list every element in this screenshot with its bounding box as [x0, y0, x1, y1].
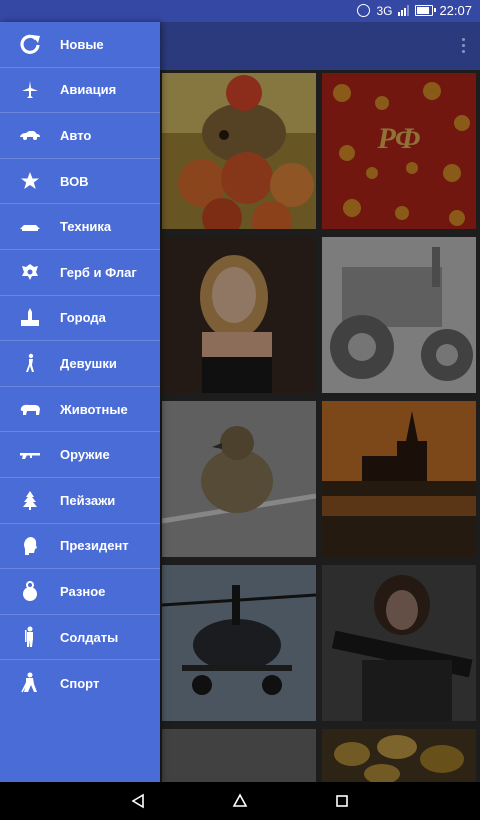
bear-icon — [0, 402, 60, 416]
menu-item-new[interactable]: Новые — [0, 22, 160, 68]
city-icon — [0, 307, 60, 328]
menu-item-sport[interactable]: Спорт — [0, 660, 160, 706]
menu-item-technique[interactable]: Техника — [0, 204, 160, 250]
menu-item-misc[interactable]: Разное — [0, 569, 160, 615]
signal-icon — [398, 5, 410, 16]
menu-item-animals[interactable]: Животные — [0, 387, 160, 433]
airplane-icon — [0, 80, 60, 100]
refresh-icon — [0, 33, 60, 55]
back-icon[interactable] — [128, 791, 148, 811]
status-bar: 3G 22:07 — [0, 0, 480, 22]
menu-item-landscapes[interactable]: Пейзажи — [0, 478, 160, 524]
menu-item-wwii[interactable]: ВОВ — [0, 159, 160, 205]
hockey-icon — [0, 672, 60, 694]
menu-item-cities[interactable]: Города — [0, 296, 160, 342]
menu-item-coat-and-flag[interactable]: Герб и Флаг — [0, 250, 160, 296]
network-type: 3G — [376, 3, 393, 18]
rifle-icon — [0, 450, 60, 460]
home-icon[interactable] — [230, 791, 250, 811]
alarm-icon — [357, 4, 371, 17]
menu-item-president[interactable]: Президент — [0, 524, 160, 570]
soldier-icon — [0, 626, 60, 648]
star-icon — [0, 171, 60, 191]
menu-item-auto[interactable]: Авто — [0, 113, 160, 159]
menu-item-girls[interactable]: Девушки — [0, 341, 160, 387]
menu-item-aviation[interactable]: Авиация — [0, 68, 160, 114]
menu-item-soldiers[interactable]: Солдаты — [0, 615, 160, 661]
navigation-drawer: Новые Авиация Авто ВОВ Техника Герб и Фл… — [0, 22, 160, 782]
woman-icon — [0, 353, 60, 373]
system-navigation-bar — [0, 782, 480, 820]
overflow-menu-icon[interactable] — [462, 38, 466, 53]
recents-icon[interactable] — [332, 791, 352, 811]
menu-item-weapons[interactable]: Оружие — [0, 432, 160, 478]
coat-of-arms-icon — [0, 262, 60, 282]
clock: 22:07 — [439, 3, 472, 18]
battery-icon — [415, 5, 437, 16]
vehicle-icon — [0, 222, 60, 232]
profile-head-icon — [0, 536, 60, 556]
weight-icon — [0, 581, 60, 602]
car-icon — [0, 129, 60, 141]
tree-icon — [0, 490, 60, 511]
